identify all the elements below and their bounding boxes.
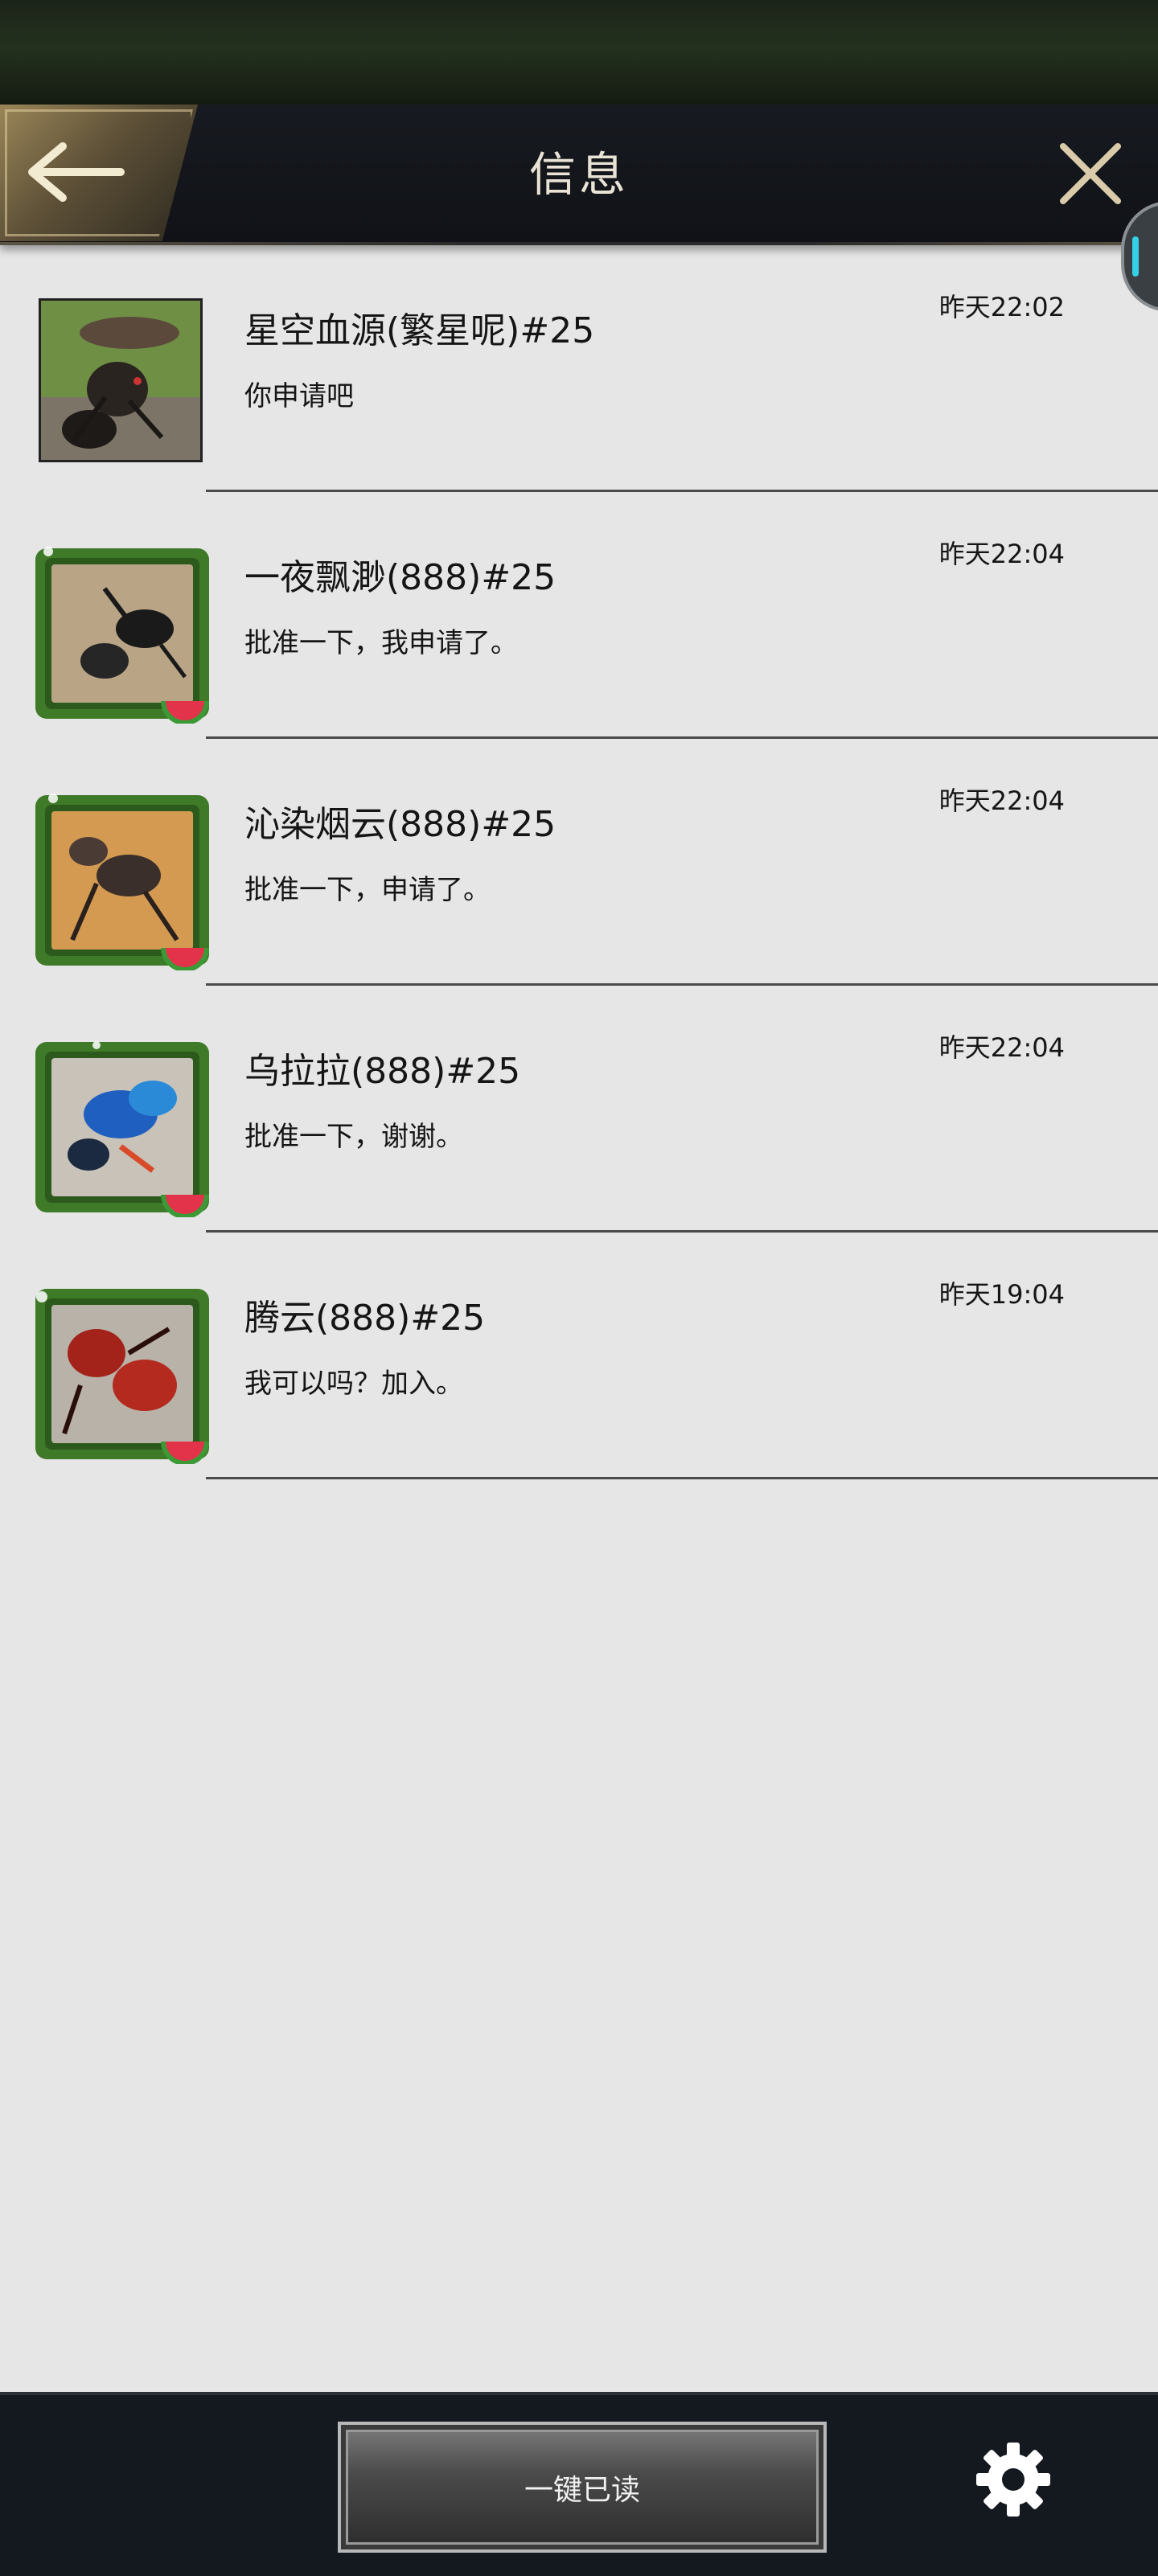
gear-icon (976, 2443, 1050, 2517)
sender-name: 一夜飘渺(888)#25 (244, 557, 556, 598)
ant-avatar-image (35, 1289, 209, 1466)
avatar (32, 1034, 216, 1219)
message-item[interactable]: 腾云(888)#25 我可以吗？加入。 昨天19:04 (0, 1233, 1158, 1479)
page-title: 信息 (528, 147, 629, 202)
message-time: 昨天22:02 (938, 292, 1065, 322)
sender-name: 沁染烟云(888)#25 (244, 804, 556, 845)
avatar (39, 298, 203, 462)
ant-avatar-image (35, 794, 209, 972)
mark-all-read-button[interactable]: 一键已读 (338, 2422, 827, 2553)
sender-name: 腾云(888)#25 (244, 1298, 486, 1339)
message-time: 昨天22:04 (938, 786, 1065, 816)
sender-name: 星空血源(繁星呢)#25 (244, 310, 595, 351)
game-background-strip (0, 0, 1158, 105)
message-time: 昨天22:04 (938, 539, 1065, 569)
message-item[interactable]: 乌拉拉(888)#25 批准一下，谢谢。 昨天22:04 (0, 986, 1158, 1233)
message-item[interactable]: 一夜飘渺(888)#25 批准一下，我申请了。 昨天22:04 (0, 492, 1158, 739)
bottom-bar: 一键已读 (0, 2392, 1158, 2576)
message-text: 批准一下，谢谢。 (244, 1121, 463, 1153)
settings-button[interactable] (973, 2439, 1053, 2520)
message-item[interactable]: 星空血源(繁星呢)#25 你申请吧 昨天22:02 (0, 245, 1158, 492)
top-bar: 信息 (0, 105, 1158, 245)
message-text: 你申请吧 (244, 380, 354, 412)
ant-avatar-image (35, 1041, 209, 1219)
message-text: 批准一下，我申请了。 (244, 627, 518, 659)
avatar (32, 540, 216, 725)
message-time: 昨天22:04 (938, 1032, 1065, 1063)
avatar (32, 787, 216, 972)
message-time: 昨天19:04 (938, 1279, 1065, 1310)
message-list: 星空血源(繁星呢)#25 你申请吧 昨天22:02 一夜飘渺(888)#25 批… (0, 245, 1158, 1479)
message-text: 我可以吗？加入。 (244, 1368, 463, 1400)
ant-avatar-image (41, 301, 200, 460)
close-button[interactable] (1053, 137, 1127, 211)
message-item[interactable]: 沁染烟云(888)#25 批准一下，申请了。 昨天22:04 (0, 739, 1158, 986)
row-divider (206, 1477, 1158, 1479)
close-icon (1060, 143, 1121, 204)
message-text: 批准一下，申请了。 (244, 874, 491, 906)
avatar (32, 1281, 216, 1466)
sender-name: 乌拉拉(888)#25 (244, 1051, 521, 1092)
ant-avatar-image (35, 547, 209, 725)
